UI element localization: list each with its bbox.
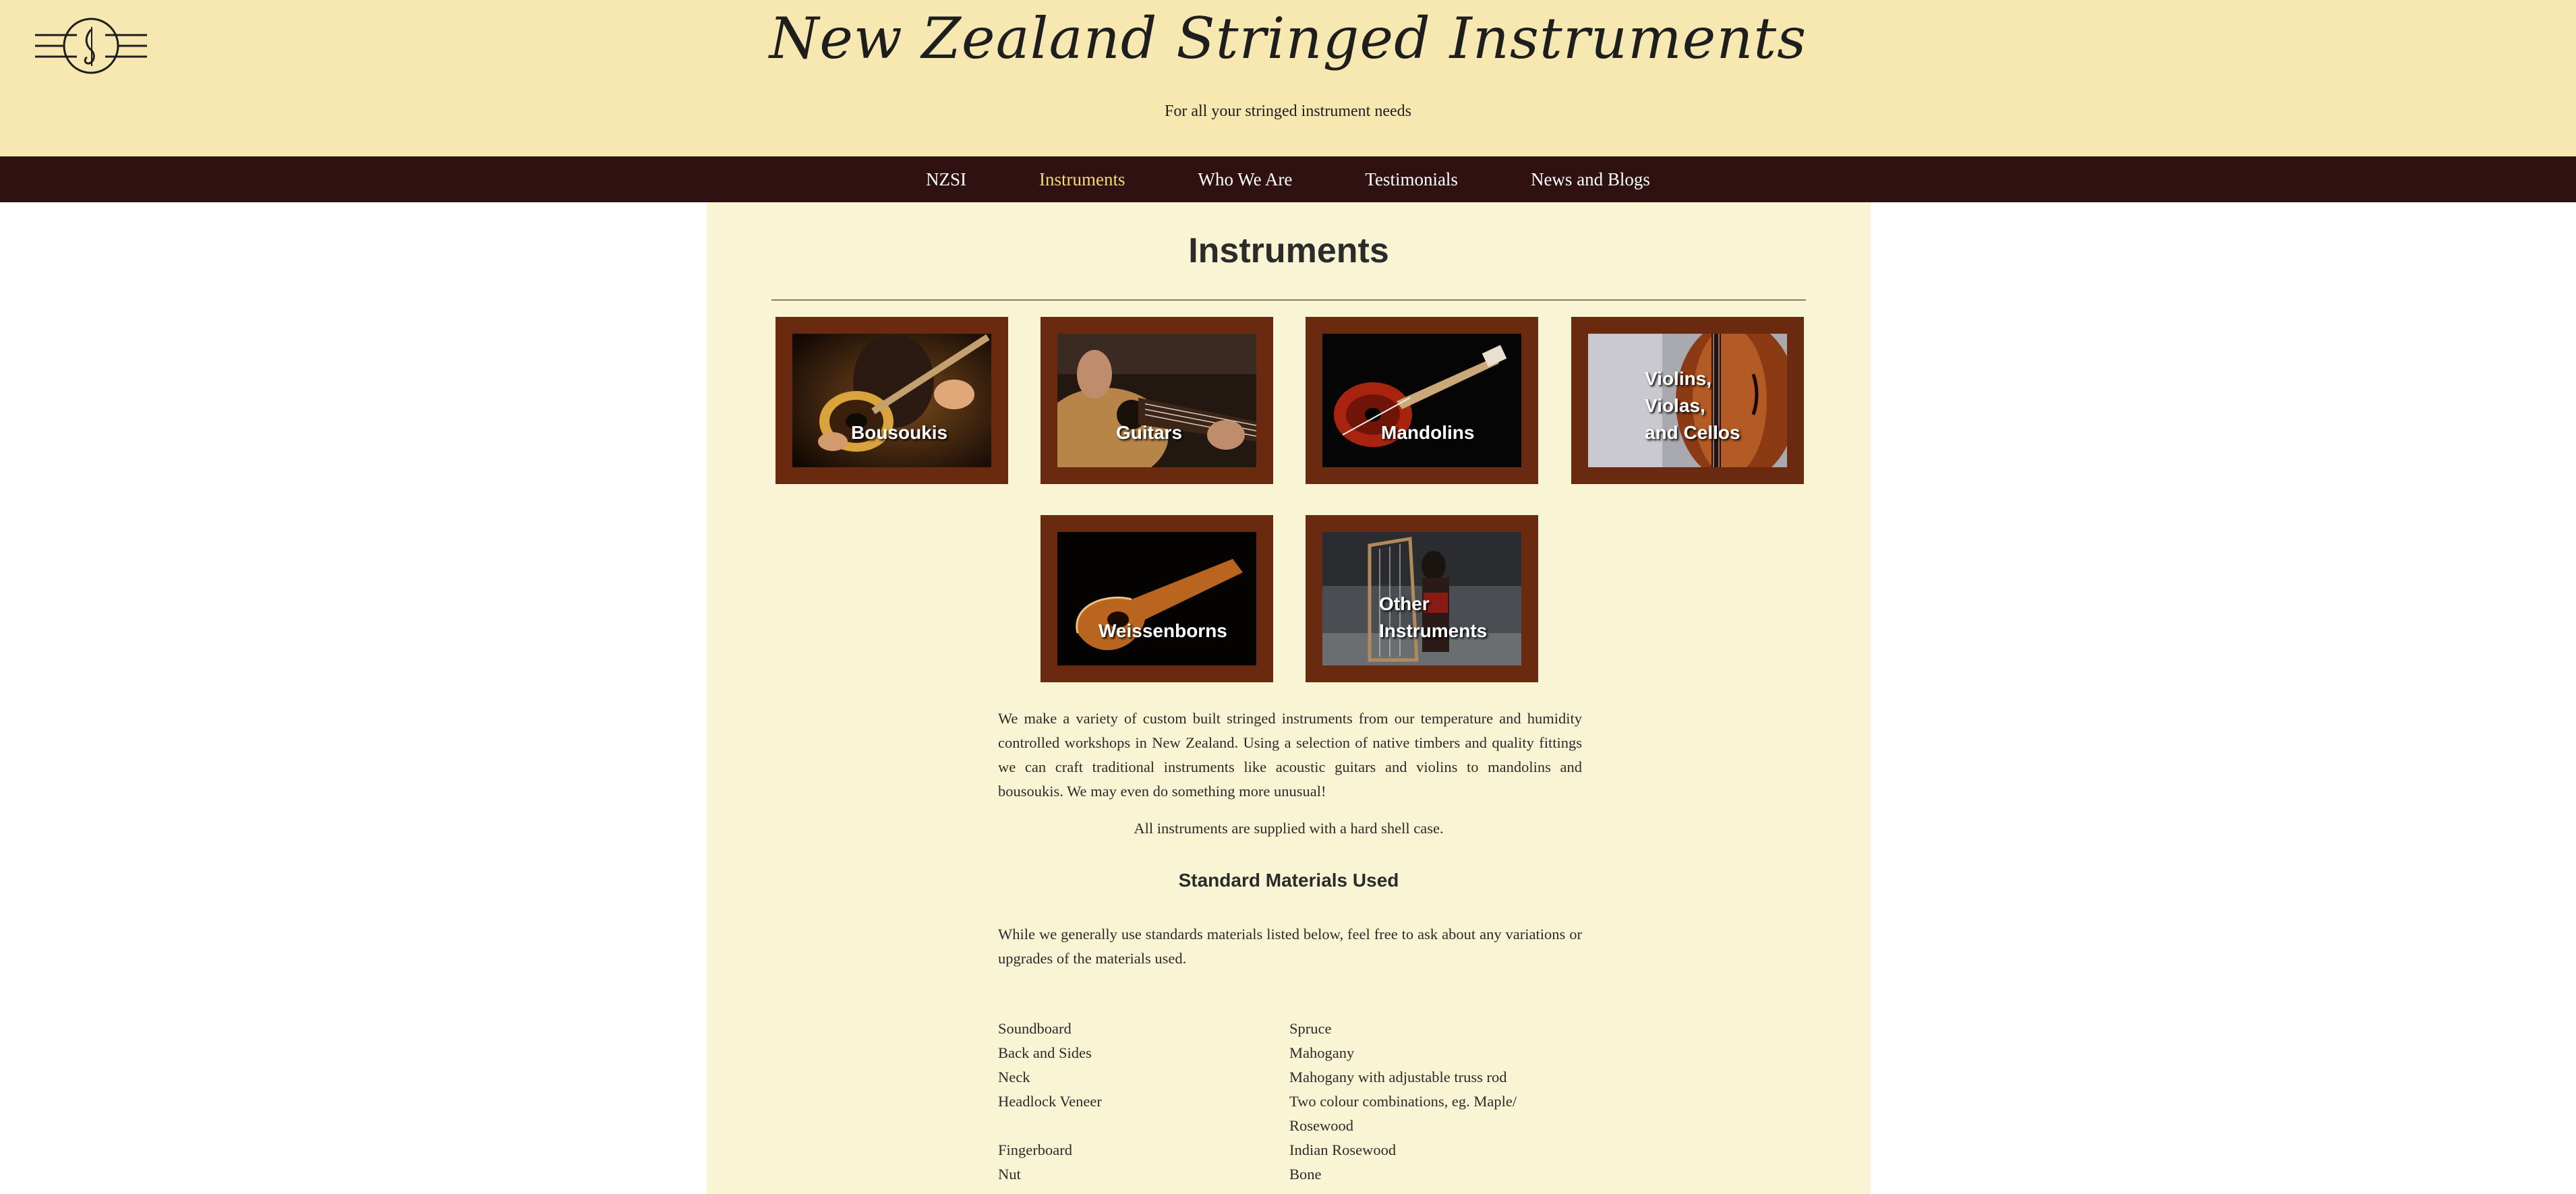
intro-paragraph: We make a variety of custom built string…: [998, 710, 1582, 800]
bousouki-photo: [792, 334, 991, 467]
tile-violins-violas-cellos[interactable]: Violins, Violas, and Cellos: [1571, 317, 1804, 484]
tile-guitars[interactable]: Guitars: [1041, 317, 1273, 484]
table-row: Back and Sides Mahogany: [998, 1041, 1582, 1065]
material-value: Indian Rosewood: [1289, 1141, 1397, 1158]
tile-label-line: Other: [1379, 593, 1430, 614]
nav-item-who-we-are[interactable]: Who We Are: [1162, 156, 1329, 202]
table-row: Headlock Veneer Two colour combinations,…: [998, 1089, 1582, 1138]
tile-label-line: Guitars: [1116, 422, 1183, 443]
materials-table: Soundboard Spruce Back and Sides Mahogan…: [998, 1017, 1582, 1187]
table-row: Nut Bone: [998, 1162, 1582, 1187]
material-value: Mahogany: [1289, 1044, 1355, 1061]
guitar-photo: [1057, 334, 1256, 467]
material-value: Spruce: [1289, 1020, 1332, 1037]
tile-label-line: Weissenborns: [1099, 620, 1227, 641]
material-part: Neck: [998, 1069, 1030, 1085]
material-part: Back and Sides: [998, 1044, 1092, 1061]
material-value: Bone: [1289, 1166, 1322, 1183]
material-part: Fingerboard: [998, 1141, 1072, 1158]
tile-other-instruments[interactable]: Other Instruments: [1306, 515, 1538, 682]
nav-item-news-and-blogs[interactable]: News and Blogs: [1494, 156, 1687, 202]
content-panel: Instruments Bousoukis Guitars Mandolins …: [707, 202, 1871, 1194]
tile-label-line: and Cellos: [1645, 422, 1740, 443]
case-note: All instruments are supplied with a hard…: [1134, 820, 1444, 837]
nav-item-instruments[interactable]: Instruments: [1003, 156, 1162, 202]
tile-weissenborns[interactable]: Weissenborns: [1041, 515, 1273, 682]
nav-item-nzsi[interactable]: NZSI: [889, 156, 1003, 202]
material-part: Soundboard: [998, 1020, 1072, 1037]
site-title: New Zealand Stringed Instruments: [769, 5, 1807, 71]
tile-mandolins[interactable]: Mandolins: [1306, 317, 1538, 484]
table-row: Neck Mahogany with adjustable truss rod: [998, 1065, 1582, 1089]
page-title: Instruments: [1188, 231, 1389, 270]
material-value: Mahogany with adjustable truss rod: [1289, 1069, 1507, 1085]
site-tagline: For all your stringed instrument needs: [1165, 102, 1411, 120]
tile-bousoukis[interactable]: Bousoukis: [775, 317, 1008, 484]
tile-label-line: Bousoukis: [851, 422, 948, 443]
main-nav: NZSI Instruments Who We Are Testimonials…: [0, 156, 2576, 202]
title-divider: [771, 299, 1806, 301]
material-part: Headlock Veneer: [998, 1093, 1102, 1110]
material-value: Two colour combinations, eg. Maple/ Rose…: [1289, 1093, 1517, 1134]
nav-item-testimonials[interactable]: Testimonials: [1328, 156, 1494, 202]
table-row: Soundboard Spruce: [998, 1017, 1582, 1041]
site-header: New Zealand Stringed Instruments For all…: [0, 0, 2576, 156]
material-part: Nut: [998, 1166, 1021, 1183]
tile-label-line: Instruments: [1379, 620, 1488, 641]
tile-label-line: Mandolins: [1381, 422, 1475, 443]
table-row: Fingerboard Indian Rosewood: [998, 1138, 1582, 1162]
weissenborn-photo: [1057, 532, 1256, 665]
tile-label-line: Violins,: [1645, 368, 1712, 389]
materials-intro: While we generally use standards materia…: [998, 926, 1582, 967]
materials-heading: Standard Materials Used: [1178, 870, 1399, 891]
tile-label-line: Violas,: [1645, 395, 1705, 416]
mandolin-photo: [1322, 334, 1521, 467]
